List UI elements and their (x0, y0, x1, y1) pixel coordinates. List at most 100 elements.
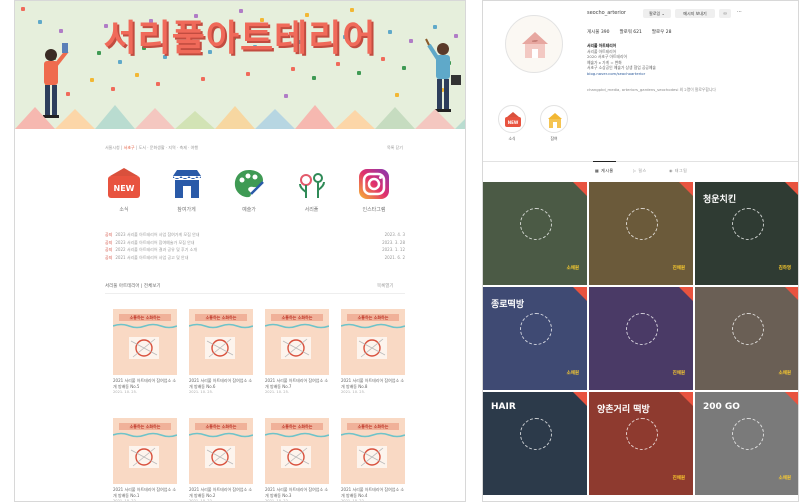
profile-tabs: ▦ 게시물 ▷ 릴스 ◉ 태그됨 (483, 161, 798, 181)
notice-item[interactable]: 공지 2022 서리풀 아트테리어 결과 공유 및 후기 소개 2023. 1. … (105, 246, 405, 254)
feed-post[interactable]: 진채원 (589, 182, 693, 285)
confetti-piece (246, 72, 250, 76)
suggest-button[interactable]: ⚇ (719, 9, 731, 18)
feed-post[interactable]: 양촌거리 떡방 진채원 (589, 392, 693, 495)
tab-tagged[interactable]: ◉ 태그됨 (669, 168, 687, 174)
map-illustration (205, 446, 235, 468)
tab-reels[interactable]: ▷ 릴스 (633, 168, 647, 174)
feed-post[interactable]: 200 GO 소채원 (695, 392, 798, 495)
post-thumbnail: 소통하는 소화하는 (113, 418, 177, 484)
breadcrumb-current[interactable]: 서초구 (124, 145, 135, 150)
category-label: 인스타그램 (362, 207, 386, 213)
feed-post[interactable]: HAIR (483, 392, 587, 495)
tab-posts[interactable]: ▦ 게시물 (593, 161, 616, 174)
category-artists[interactable]: 예술가 (224, 166, 274, 216)
breadcrumb-rest[interactable]: 도서 · 문화생활 · 지역 · 축제 · 여행 (139, 145, 198, 150)
confetti-piece (284, 94, 288, 98)
section-more-button[interactable]: 목록열기 (377, 283, 394, 289)
breadcrumb-home[interactable]: 서울시청 (105, 145, 120, 150)
post-card[interactable]: 소통하는 소화하는 2021 서리풀 아트테리어 참여업소 소개 방배동 No.6… (189, 309, 253, 394)
instagram-profile: ART seocho_arterior 팔로잉 ⌄ 메시지 보내기 ⚇ ··· … (482, 0, 799, 502)
list-toggle-button[interactable]: 목록 닫기 (387, 145, 403, 151)
category-stores[interactable]: 참여가게 (162, 166, 212, 216)
stamp-watermark (626, 313, 658, 345)
following-button[interactable]: 팔로잉 ⌄ (643, 9, 671, 18)
post-card[interactable]: 소통하는 소화하는 2021 서리풀 아트테리어 참여업소 소개 방배동 No.2… (189, 418, 253, 501)
notice-text: 2023 서리풀 아트테리어 사업 참여가게 모집 안내 (115, 232, 200, 237)
category-seoripul[interactable]: 서리풀 (287, 166, 337, 216)
notice-kind: 공지 (105, 254, 113, 260)
post-card[interactable]: 소통하는 소화하는 2021 서리풀 아트테리어 참여업소 소개 방배동 No.7… (265, 309, 329, 394)
stat-followers[interactable]: 팔로워 621 (619, 29, 641, 35)
notice-kind: 공지 (105, 239, 113, 245)
stamp-watermark (520, 313, 552, 345)
new-badge-icon: NEW (106, 166, 142, 202)
store-sign: 청운치킨 (703, 195, 737, 205)
post-card[interactable]: 소통하는 소화하는 2021 서리풀 아트테리어 참여업소 소개 방배동 No.5… (113, 309, 177, 394)
category-label: 소식 (119, 207, 129, 213)
post-card[interactable]: 소통하는 소화하는 2021 서리풀 아트테리어 참여업소 소개 방배동 No.8… (341, 309, 405, 394)
notice-item[interactable]: 공지 2021 서리풀 아트테리어 사업 공고 및 안내 2021. 6. 2 (105, 254, 405, 262)
stamp-watermark (732, 313, 764, 345)
stat-following[interactable]: 팔로우 28 (652, 29, 672, 35)
confetti-piece (111, 87, 115, 91)
avatar[interactable]: ART (505, 15, 563, 73)
more-options-button[interactable]: ··· (737, 9, 742, 15)
followed-by-text[interactable]: changpkd_media, arteriors_gardens_seocho… (587, 87, 716, 93)
message-button[interactable]: 메시지 보내기 (675, 9, 715, 18)
feed-post[interactable]: 청운치킨 김하영 (695, 182, 798, 285)
section-title[interactable]: 서리풀 아트테리어 | 전체보기 (105, 283, 161, 289)
artist-tag: 진채원 (672, 266, 685, 271)
confetti-piece (201, 77, 205, 81)
notice-item[interactable]: 공지 2023 서리풀 아트테리어 참여예술가 모집 안내 2023. 3. 28 (105, 239, 405, 247)
map-illustration (357, 337, 387, 359)
feed-post[interactable]: 종로떡방 소채원 (483, 287, 587, 390)
confetti-piece (90, 78, 94, 82)
category-instagram[interactable]: 인스타그램 (349, 166, 399, 216)
thumbnail-header: 소통하는 소화하는 (347, 314, 399, 321)
post-card[interactable]: 소통하는 소화하는 2021 서리풀 아트테리어 참여업소 소개 방배동 No.1… (113, 418, 177, 501)
section-divider (105, 293, 405, 294)
notice-kind: 공지 (105, 247, 113, 252)
confetti-piece (395, 93, 399, 97)
feed-post[interactable]: 소채원 (695, 287, 798, 390)
stamp-watermark (520, 208, 552, 240)
map-illustration (281, 446, 311, 468)
post-card[interactable]: 소통하는 소화하는 2021 서리풀 아트테리어 참여업소 소개 방배동 No.4… (341, 418, 405, 501)
post-title: 2021 서리풀 아트테리어 참여업소 소개 방배동 No.7 (265, 378, 329, 389)
notice-date: 2023. 4. 3 (384, 232, 405, 237)
highlight-label: 소식 (508, 136, 516, 141)
feed-post[interactable]: 진채원 (589, 287, 693, 390)
confetti-piece (357, 71, 361, 75)
notice-item[interactable]: 공지 2023 서리풀 아트테리어 사업 참여가게 모집 안내 2023. 4. … (105, 231, 405, 239)
bio-link[interactable]: blog.naver.com/seochoarterior (587, 71, 656, 77)
confetti-piece (336, 62, 340, 66)
map-illustration (205, 337, 235, 359)
notice-text: 2022 서리풀 아트테리어 결과 공유 및 후기 소개 (115, 247, 198, 252)
post-thumbnail: 소통하는 소화하는 (265, 309, 329, 375)
stamp-watermark (520, 418, 552, 450)
wave-decoration (113, 323, 177, 329)
post-corner-badge (679, 392, 693, 406)
highlight-join[interactable]: 참여 (539, 105, 569, 142)
storefront-icon (169, 166, 205, 202)
instagram-icon (356, 166, 392, 202)
wave-decoration (113, 432, 177, 438)
map-illustration (129, 446, 159, 468)
post-title: 2021 서리풀 아트테리어 참여업소 소개 방배동 No.8 (341, 378, 405, 389)
category-news[interactable]: NEW 소식 (99, 166, 149, 216)
highlight-news[interactable]: NEW 소식 (497, 105, 527, 142)
confetti-piece (402, 66, 406, 70)
thumbnail-header: 소통하는 소화하는 (119, 423, 171, 430)
artist-tag: 진채원 (672, 476, 685, 481)
bio-line: 서초구 소상공인 예술가 상생 협업 공공예술 (587, 65, 656, 70)
svg-text:ART: ART (532, 39, 538, 43)
map-illustration (357, 446, 387, 468)
notice-text: 2021 서리풀 아트테리어 사업 공고 및 안내 (115, 254, 189, 260)
notice-kind: 공지 (105, 232, 113, 237)
blog-banner: 서리풀아트테리어 (15, 1, 465, 129)
feed-post[interactable]: 소채원 (483, 182, 587, 285)
notice-date: 2023. 1. 12 (382, 247, 405, 252)
artist-tag: 진채원 (672, 371, 685, 376)
post-card[interactable]: 소통하는 소화하는 2021 서리풀 아트테리어 참여업소 소개 방배동 No.3… (265, 418, 329, 501)
